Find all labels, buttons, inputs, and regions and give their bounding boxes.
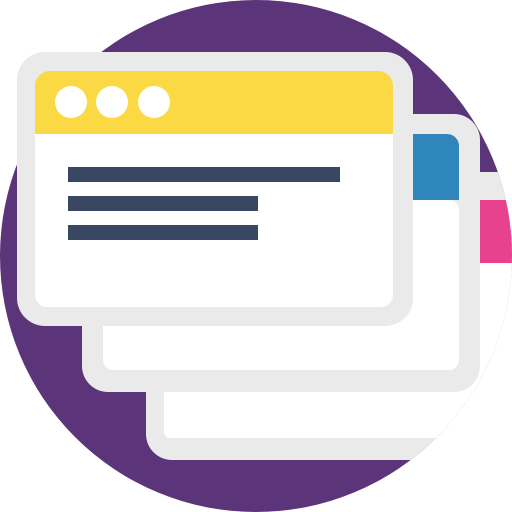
text-line — [68, 225, 258, 240]
titlebar-dot-icon — [55, 86, 87, 118]
titlebar-dot-icon — [96, 86, 128, 118]
front-window-body — [35, 134, 393, 307]
front-window — [17, 52, 413, 326]
titlebar-dot-icon — [138, 86, 170, 118]
stacked-windows-illustration — [0, 0, 512, 512]
text-line — [68, 196, 258, 211]
front-window-titlebar — [35, 71, 393, 134]
text-line — [68, 167, 340, 182]
multiple-windows-icon — [0, 0, 512, 512]
